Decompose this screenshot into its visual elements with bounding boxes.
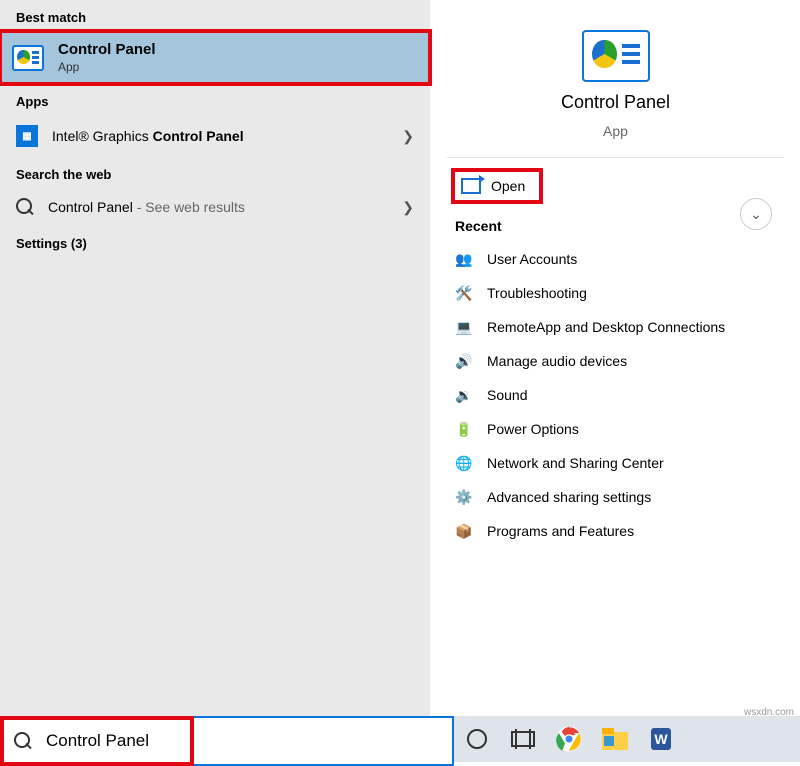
preview-sub: App [603, 123, 628, 139]
svg-text:W: W [654, 731, 668, 747]
chevron-right-icon: ❯ [402, 128, 414, 145]
recent-item[interactable]: 🌐Network and Sharing Center [455, 446, 776, 480]
sharing-settings-icon: ⚙️ [455, 488, 473, 506]
web-result-label: Control Panel - See web results [48, 199, 388, 215]
recent-item[interactable]: 📦Programs and Features [455, 514, 776, 548]
bottom-bar: W [0, 716, 800, 766]
intel-icon: ▦ [16, 125, 38, 147]
audio-devices-icon: 🔊 [455, 352, 473, 370]
search-icon [14, 732, 32, 750]
recent-list: 👥User Accounts 🛠️Troubleshooting 💻Remote… [431, 242, 800, 548]
watermark: wsxdn.com [744, 707, 794, 718]
open-label: Open [491, 178, 525, 194]
preview-title: Control Panel [561, 92, 670, 113]
sound-icon: 🔉 [455, 386, 473, 404]
recent-item[interactable]: ⚙️Advanced sharing settings [455, 480, 776, 514]
app-item-label: Intel® Graphics Control Panel [52, 128, 388, 144]
search-results-panel: Best match Control Panel App Apps ▦ Inte… [0, 0, 431, 716]
search-icon [16, 198, 34, 216]
troubleshooting-icon: 🛠️ [455, 284, 473, 302]
best-match-sub: App [58, 60, 156, 74]
open-button[interactable]: Open [455, 172, 539, 200]
chevron-right-icon: ❯ [402, 199, 414, 216]
recent-item[interactable]: 👥User Accounts [455, 242, 776, 276]
search-web-header: Search the web [0, 157, 430, 188]
recent-item[interactable]: 🔊Manage audio devices [455, 344, 776, 378]
best-match-item[interactable]: Control Panel App [0, 31, 430, 84]
programs-features-icon: 📦 [455, 522, 473, 540]
recent-item[interactable]: 🛠️Troubleshooting [455, 276, 776, 310]
chevron-down-icon: ⌄ [750, 206, 762, 223]
control-panel-icon [582, 30, 650, 82]
app-item-intel-graphics[interactable]: ▦ Intel® Graphics Control Panel ❯ [0, 115, 430, 157]
control-panel-icon [12, 45, 44, 71]
open-icon [461, 178, 481, 194]
word-icon[interactable]: W [646, 724, 676, 754]
expand-button[interactable]: ⌄ [740, 198, 772, 230]
power-options-icon: 🔋 [455, 420, 473, 438]
taskbar: W [454, 716, 800, 762]
preview-pane: Control Panel App Open ⌄ Recent 👥User Ac… [431, 0, 800, 716]
best-match-header: Best match [0, 0, 430, 31]
file-explorer-icon[interactable] [600, 724, 630, 754]
recent-item[interactable]: 🔋Power Options [455, 412, 776, 446]
recent-item[interactable]: 🔉Sound [455, 378, 776, 412]
settings-header[interactable]: Settings (3) [0, 226, 430, 257]
user-accounts-icon: 👥 [455, 250, 473, 268]
network-center-icon: 🌐 [455, 454, 473, 472]
cortana-icon[interactable] [462, 724, 492, 754]
best-match-title: Control Panel [58, 41, 156, 58]
search-input[interactable] [44, 730, 440, 752]
web-result-item[interactable]: Control Panel - See web results ❯ [0, 188, 430, 226]
task-view-icon[interactable] [508, 724, 538, 754]
search-box[interactable] [0, 716, 454, 766]
chrome-icon[interactable] [554, 724, 584, 754]
remoteapp-icon: 💻 [455, 318, 473, 336]
recent-item[interactable]: 💻RemoteApp and Desktop Connections [455, 310, 776, 344]
apps-header: Apps [0, 84, 430, 115]
